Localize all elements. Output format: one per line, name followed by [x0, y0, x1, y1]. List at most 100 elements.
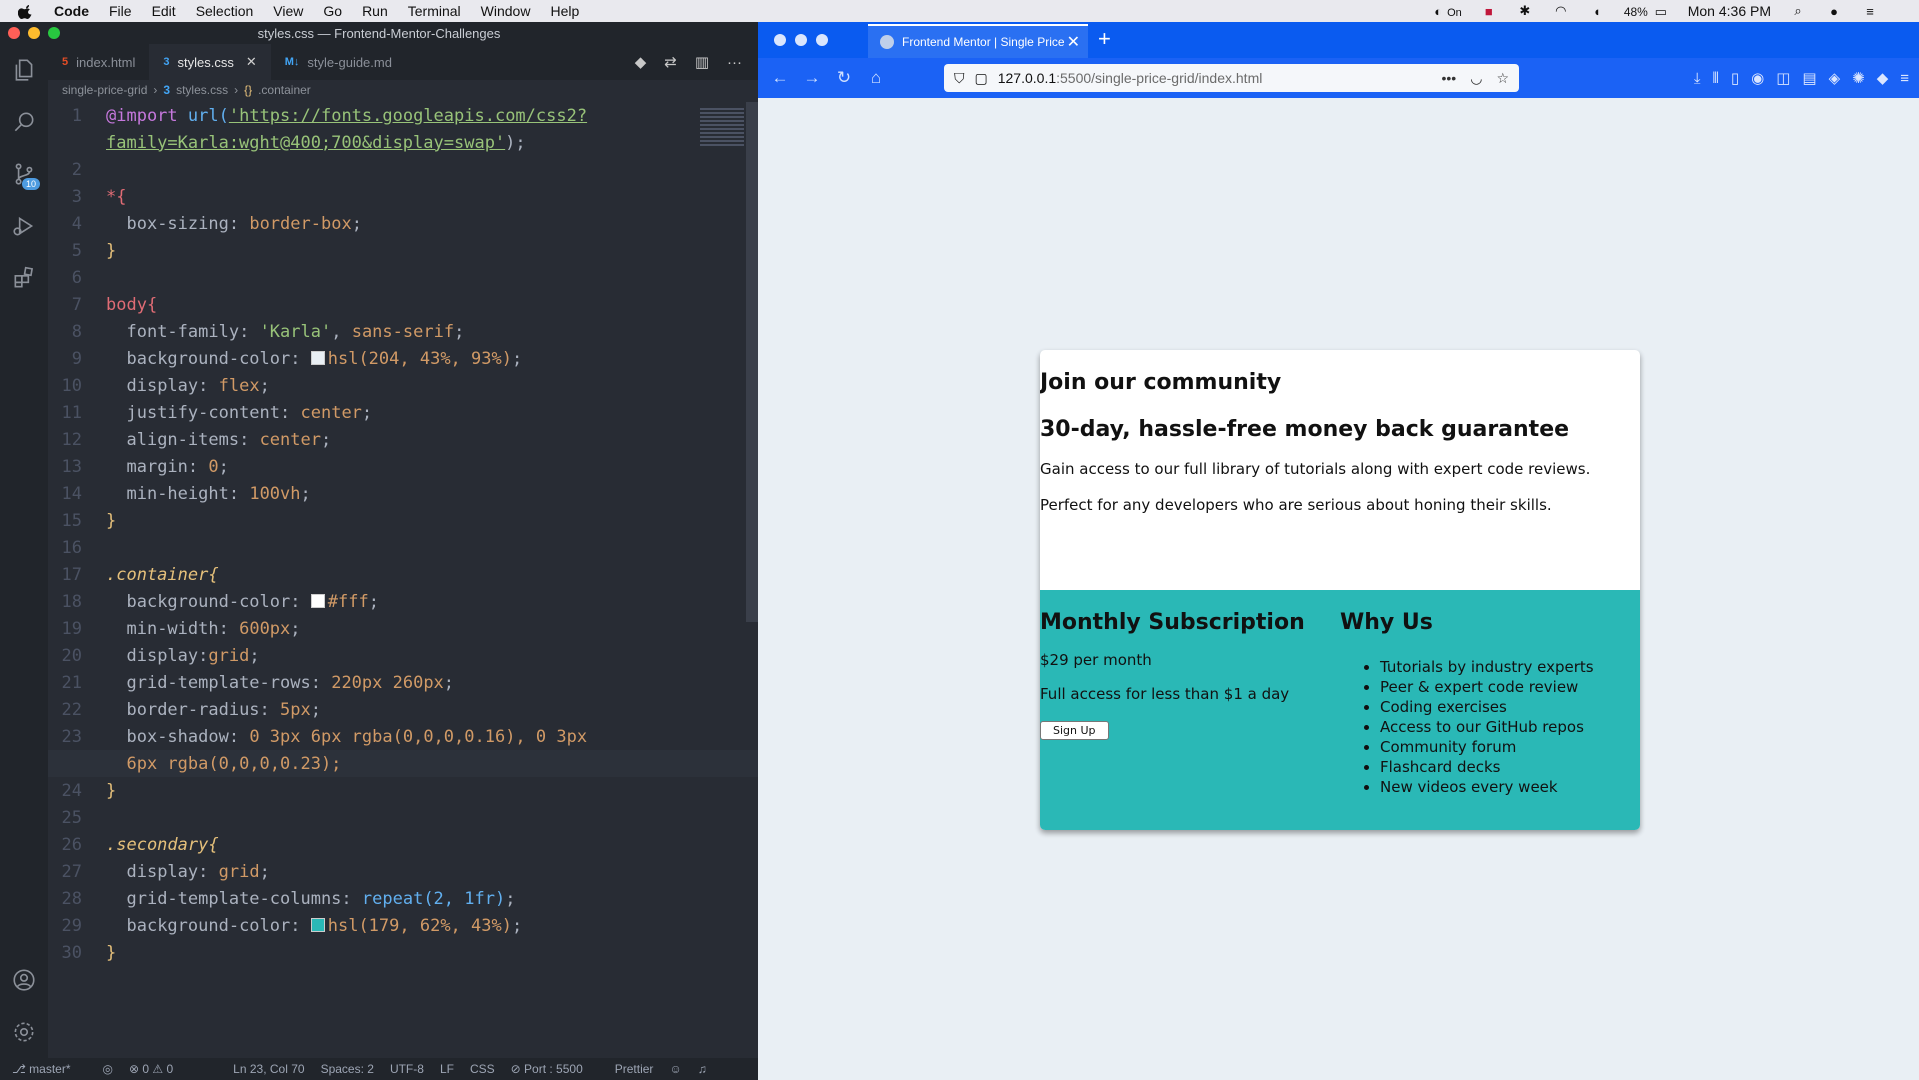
sidebar-icon[interactable]: ▯ [1731, 69, 1739, 87]
recording-icon[interactable]: ■ [1480, 4, 1498, 19]
split-editor-icon[interactable]: ▥ [695, 53, 709, 71]
page-info-icon[interactable]: ▢ [975, 70, 988, 87]
browser-tab-active[interactable]: Frontend Mentor | Single Price ✕ [868, 24, 1088, 58]
apple-icon[interactable] [18, 3, 34, 19]
open-changes-icon[interactable]: ⇄ [664, 53, 677, 71]
menu-app-code[interactable]: Code [54, 3, 89, 19]
encoding-status[interactable]: UTF-8 [390, 1062, 424, 1076]
menu-edit[interactable]: Edit [152, 3, 176, 19]
wifi-icon[interactable]: ◠ [1552, 3, 1570, 18]
accounts-button[interactable] [0, 954, 48, 1006]
tab-index-html[interactable]: 5 index.html [48, 44, 149, 80]
prettier-status[interactable]: Prettier [615, 1062, 654, 1076]
feedback-icon[interactable]: ☺ [669, 1062, 681, 1076]
git-icon[interactable]: ◆ [635, 53, 647, 71]
vscode-titlebar: styles.css — Frontend-Mentor-Challenges [0, 22, 758, 44]
code-line: 22 border-radius: 5px; [61, 699, 321, 720]
breadcrumb-file[interactable]: styles.css [176, 83, 228, 97]
extension-icon[interactable]: ◫ [1776, 69, 1790, 87]
shield-icon[interactable]: ⛉ [954, 70, 965, 87]
code-line: 1 @import url('https://fonts.googleapis.c… [71, 105, 588, 126]
breadcrumb-symbol[interactable]: .container [258, 83, 311, 97]
color-swatch[interactable] [310, 350, 325, 365]
bookmark-star-icon[interactable]: ☆ [1496, 70, 1509, 87]
language-status[interactable]: CSS [470, 1062, 495, 1076]
maximize-window-button[interactable] [816, 34, 828, 46]
close-tab-icon[interactable]: ✕ [246, 54, 257, 70]
run-debug-button[interactable] [0, 200, 48, 252]
close-tab-icon[interactable]: ✕ [1067, 32, 1080, 52]
extensions-button[interactable] [0, 252, 48, 304]
color-swatch[interactable] [310, 593, 325, 608]
library-icon[interactable]: ⫴ [1713, 70, 1719, 87]
more-actions-icon[interactable]: ··· [727, 54, 742, 71]
back-icon[interactable]: ← [764, 68, 796, 88]
forward-icon[interactable]: → [796, 68, 828, 88]
css-icon: 3 [163, 83, 171, 97]
page-actions-icon[interactable]: ••• [1442, 70, 1457, 87]
editor-scrollbar[interactable] [746, 102, 758, 622]
extension-icon[interactable]: ◈ [1829, 69, 1841, 87]
maximize-window-button[interactable] [48, 27, 60, 39]
bluetooth-icon[interactable]: ✱ [1516, 3, 1534, 18]
menu-help[interactable]: Help [550, 3, 579, 19]
live-server-status[interactable]: ⊘ Port : 5500 [511, 1062, 599, 1076]
close-window-button[interactable] [774, 34, 786, 46]
explorer-button[interactable] [0, 44, 48, 96]
extension-icon[interactable]: ◆ [1877, 69, 1889, 87]
extension-icon[interactable]: ✺ [1852, 69, 1865, 87]
code-line: 5} [71, 240, 117, 261]
url-bar[interactable]: ⛉ ▢ 127.0.0.1:5500/single-price-grid/ind… [944, 64, 1519, 92]
minimap[interactable] [700, 108, 744, 178]
chevron-right-icon: › [153, 83, 158, 97]
monthly-heading: Monthly Subscription [1040, 610, 1305, 635]
branch-status[interactable]: ⎇ master* [12, 1062, 87, 1076]
problems-status[interactable]: ⊗ 0 ⚠ 0 [129, 1062, 173, 1076]
home-icon[interactable]: ⌂ [860, 68, 892, 88]
downloads-icon[interactable]: ⤓ [1694, 70, 1701, 87]
tab-styles-css[interactable]: 3 styles.css ✕ [149, 44, 271, 80]
code-line: 6 [71, 267, 82, 288]
menu-view[interactable]: View [273, 3, 303, 19]
source-control-button[interactable]: 10 [0, 148, 48, 200]
code-editor[interactable]: 1 @import url('https://fonts.googleapis.c… [48, 102, 758, 1058]
code-line: 11 justify-content: center; [61, 402, 373, 423]
menu-file[interactable]: File [109, 3, 132, 19]
new-tab-button[interactable]: + [1098, 26, 1111, 52]
eol-status[interactable]: LF [440, 1062, 454, 1076]
spotlight-search-icon[interactable]: ⌕ [1789, 3, 1807, 18]
menu-window[interactable]: Window [481, 3, 531, 19]
menu-selection[interactable]: Selection [196, 3, 254, 19]
html-icon: 5 [62, 56, 69, 68]
clock[interactable]: Mon 4:36 PM [1688, 3, 1771, 19]
menu-go[interactable]: Go [323, 3, 342, 19]
close-window-button[interactable] [8, 27, 20, 39]
code-line: 29 background-color: hsl(179, 62%, 43%); [61, 915, 523, 936]
status-bar: ⎇ master* ◎ ⊗ 0 ⚠ 0 Ln 23, Col 70 Spaces… [0, 1058, 758, 1080]
indentation-status[interactable]: Spaces: 2 [321, 1062, 374, 1076]
menu-run[interactable]: Run [362, 3, 388, 19]
search-button[interactable] [0, 96, 48, 148]
menu-terminal[interactable]: Terminal [408, 3, 461, 19]
sync-icon[interactable]: ◎ [103, 1062, 113, 1076]
color-swatch[interactable] [310, 917, 325, 932]
extension-icon[interactable]: ◉ [1751, 69, 1764, 87]
tab-style-guide-md[interactable]: M↓ style-guide.md [271, 44, 406, 80]
volume-icon[interactable]: ◖ [1588, 4, 1606, 19]
siri-icon[interactable]: ● [1825, 4, 1843, 19]
menu-icon[interactable]: ≡ [1900, 70, 1909, 87]
control-center-icon[interactable]: ≡ [1861, 4, 1879, 19]
run-debug-icon [13, 216, 34, 236]
manage-button[interactable] [0, 1006, 48, 1058]
sign-up-button[interactable]: Sign Up [1040, 721, 1109, 740]
extension-icon[interactable]: ▤ [1802, 69, 1816, 87]
battery-status[interactable]: 48% ▭ [1624, 3, 1670, 19]
cursor-position[interactable]: Ln 23, Col 70 [233, 1062, 304, 1076]
focus-status[interactable]: ◐ On [1429, 3, 1462, 19]
notifications-icon[interactable]: ♫ [698, 1062, 707, 1076]
minimize-window-button[interactable] [28, 27, 40, 39]
minimize-window-button[interactable] [795, 34, 807, 46]
reload-icon[interactable]: ↻ [828, 68, 860, 88]
pocket-icon[interactable]: ◡ [1470, 70, 1482, 87]
breadcrumb-folder[interactable]: single-price-grid [62, 83, 147, 97]
